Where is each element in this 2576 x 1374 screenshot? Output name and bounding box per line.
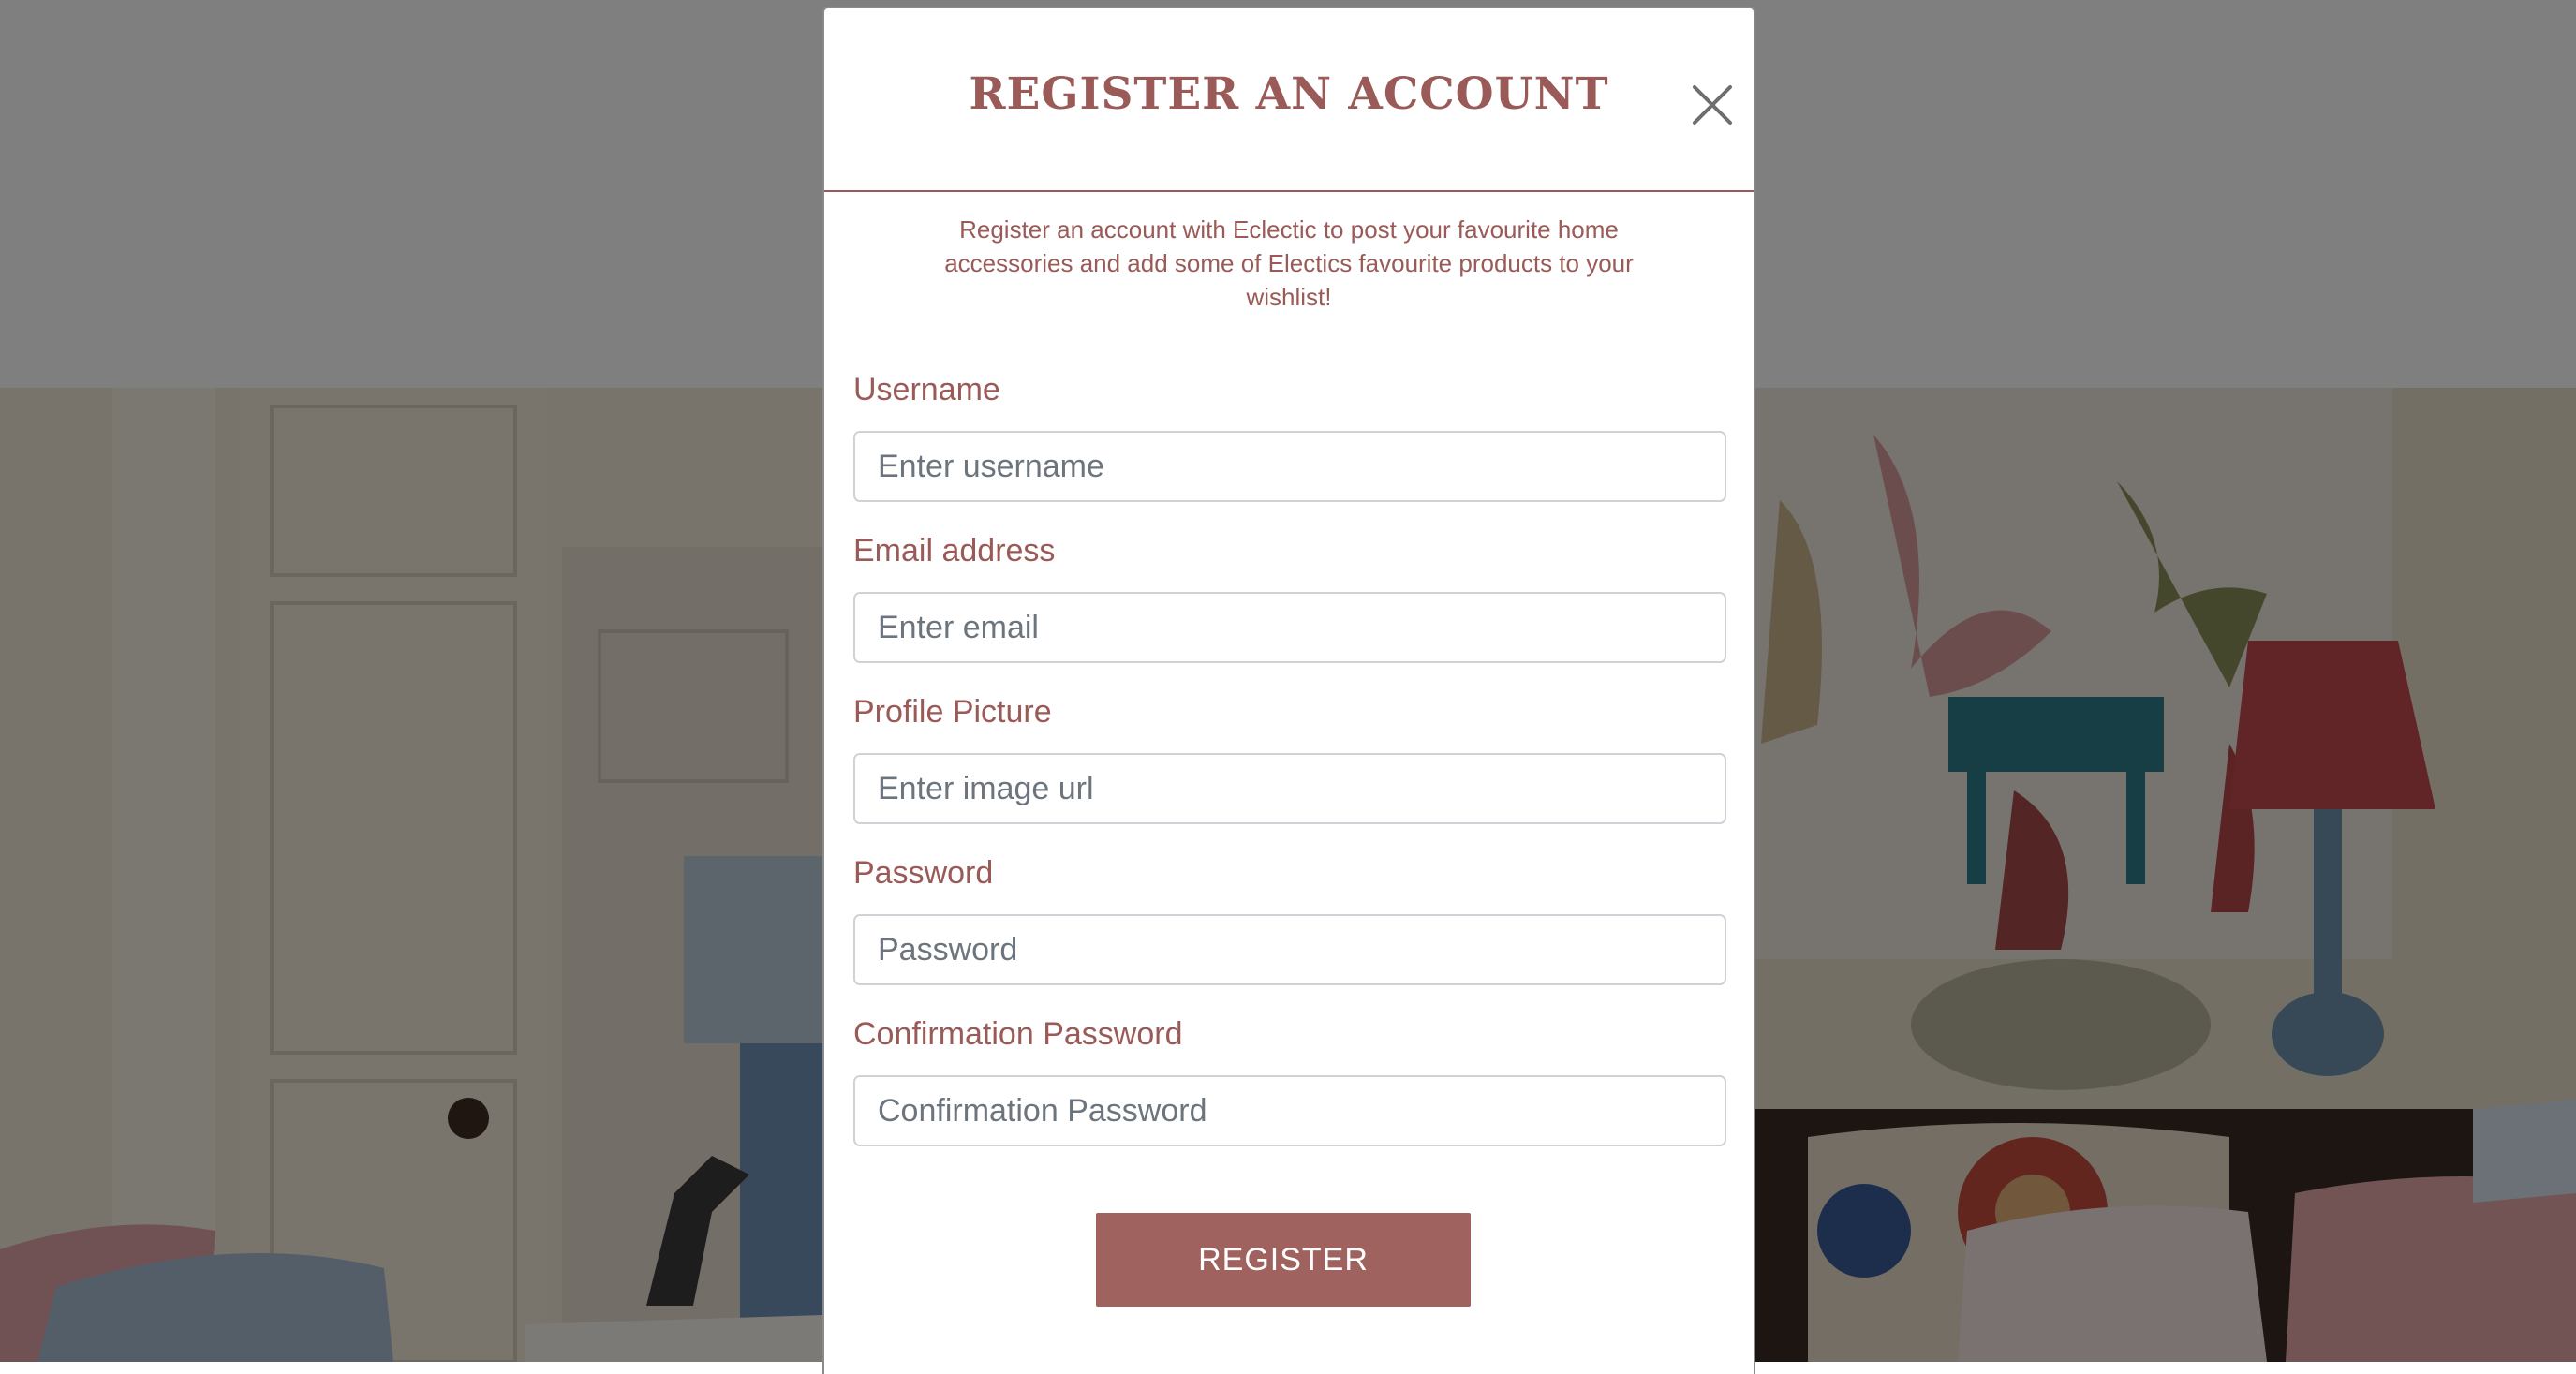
close-icon bbox=[1693, 85, 1732, 125]
confirmation-password-label: Confirmation Password bbox=[853, 1016, 1183, 1052]
close-button[interactable] bbox=[1687, 80, 1738, 130]
profile-picture-label: Profile Picture bbox=[853, 694, 1052, 730]
modal-title: REGISTER AN ACCOUNT bbox=[969, 68, 1609, 120]
confirmation-password-input[interactable] bbox=[853, 1075, 1726, 1146]
modal-header: REGISTER AN ACCOUNT bbox=[824, 8, 1754, 192]
email-input[interactable] bbox=[853, 592, 1726, 663]
email-label: Email address bbox=[853, 533, 1056, 569]
profile-picture-input[interactable] bbox=[853, 753, 1726, 824]
modal-description: Register an account with Eclectic to pos… bbox=[944, 215, 1634, 311]
register-modal: REGISTER AN ACCOUNT Register an account … bbox=[822, 7, 1755, 1374]
password-input[interactable] bbox=[853, 914, 1726, 985]
username-label: Username bbox=[853, 372, 1000, 407]
username-input[interactable] bbox=[853, 431, 1726, 502]
register-button[interactable]: REGISTER bbox=[1096, 1213, 1471, 1307]
password-label: Password bbox=[853, 855, 994, 891]
